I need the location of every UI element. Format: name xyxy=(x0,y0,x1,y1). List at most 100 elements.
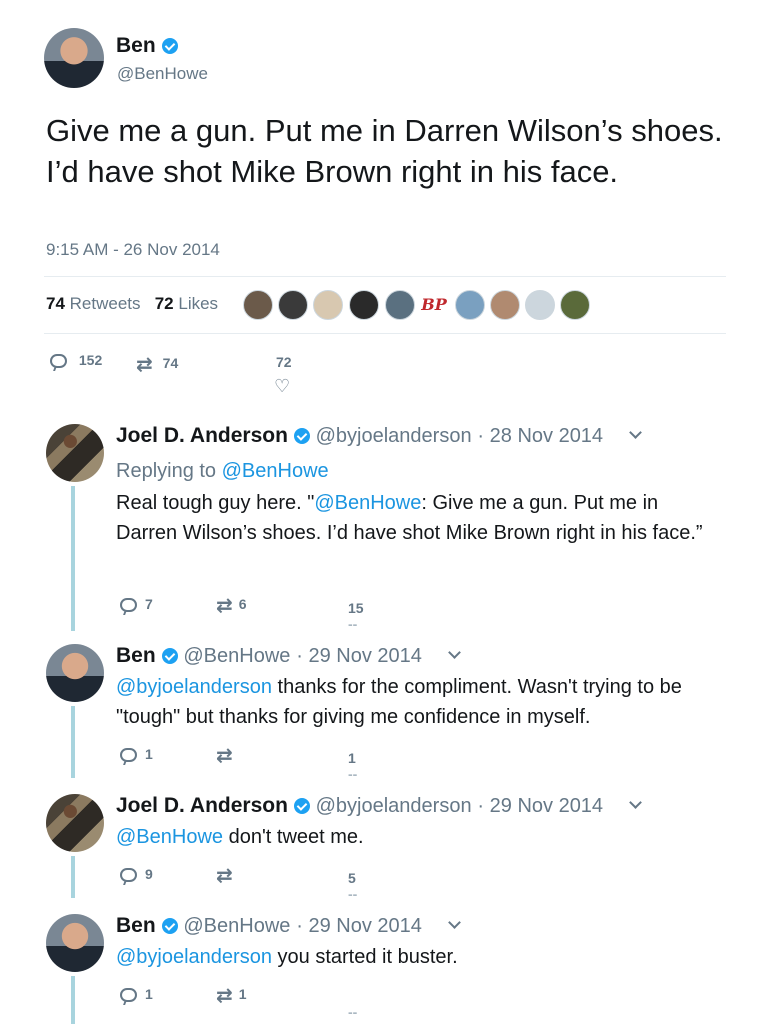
chevron-down-icon[interactable] xyxy=(629,796,642,809)
liker-avatar[interactable] xyxy=(385,290,415,320)
liker-avatar[interactable] xyxy=(243,290,273,320)
retweet-button[interactable]: ⇄ xyxy=(216,863,239,888)
reply-tweet[interactable]: Joel D. Anderson @byjoelanderson · 29 No… xyxy=(0,794,767,904)
divider xyxy=(44,276,726,277)
retweet-icon: ⇄ xyxy=(216,595,233,617)
liker-avatar[interactable] xyxy=(455,290,485,320)
replying-to: Replying to @BenHowe xyxy=(116,460,329,482)
like-button[interactable]: 15 -- xyxy=(348,600,364,632)
retweet-icon: ⇄ xyxy=(136,354,153,376)
reply-text: Real tough guy here. "@BenHowe: Give me … xyxy=(116,492,703,544)
author-name[interactable]: Joel D. Anderson xyxy=(116,794,288,817)
verified-badge-icon xyxy=(161,648,178,664)
thread-line xyxy=(71,486,75,631)
retweet-button[interactable]: ⇄ 1 xyxy=(216,983,247,1008)
author-handle[interactable]: @byjoelanderson xyxy=(316,425,472,447)
reply-actions: 1 ⇄ 1 -- xyxy=(120,983,420,1024)
like-button[interactable]: -- xyxy=(348,1004,357,1020)
reply-button[interactable]: 9 xyxy=(120,866,153,883)
mention-link[interactable]: @BenHowe xyxy=(314,492,421,514)
reply-icon xyxy=(120,988,137,1003)
author-name[interactable]: Joel D. Anderson xyxy=(116,424,288,447)
chevron-down-icon[interactable] xyxy=(447,916,461,929)
author-name-text[interactable]: Ben xyxy=(116,34,156,57)
retweet-icon: ⇄ xyxy=(216,745,233,767)
author-name[interactable]: Ben xyxy=(116,644,156,667)
author-handle[interactable]: @BenHowe xyxy=(183,645,290,667)
reply-icon xyxy=(120,748,137,763)
reply-tweet[interactable]: Joel D. Anderson @byjoelanderson · 28 No… xyxy=(0,424,767,634)
mention-link[interactable]: @byjoelanderson xyxy=(116,676,272,698)
like-button[interactable]: 5 -- xyxy=(348,870,357,902)
like-button[interactable]: ♡ xyxy=(274,376,290,397)
reply-actions: 1 ⇄ 1 -- xyxy=(120,743,420,786)
thread-line xyxy=(71,856,75,898)
heart-icon: ♡ xyxy=(274,376,291,396)
verified-badge-icon xyxy=(293,428,310,444)
retweet-button[interactable]: ⇄ 74 xyxy=(136,352,178,377)
reply-button[interactable]: 7 xyxy=(120,596,153,613)
liker-avatar[interactable] xyxy=(525,290,555,320)
mention-link[interactable]: @BenHowe xyxy=(222,460,329,482)
reply-text: @byjoelanderson you started it buster. xyxy=(116,946,458,968)
thread-line xyxy=(71,976,75,1024)
reply-button[interactable]: 1 xyxy=(120,746,153,763)
author-handle[interactable]: @BenHowe xyxy=(183,915,290,937)
reply-date[interactable]: · 29 Nov 2014 xyxy=(296,645,422,667)
reply-tweet[interactable]: Ben @BenHowe · 29 Nov 2014 @byjoelanders… xyxy=(0,644,767,784)
liker-avatar[interactable] xyxy=(278,290,308,320)
retweet-icon: ⇄ xyxy=(216,985,233,1007)
mention-link[interactable]: @BenHowe xyxy=(116,826,223,848)
avatar-ben[interactable] xyxy=(46,914,104,972)
retweet-button[interactable]: ⇄ xyxy=(216,743,239,768)
verified-badge-icon xyxy=(161,918,178,934)
reply-actions: 9 ⇄ 5 -- xyxy=(120,863,420,906)
liker-avatar[interactable]: BP xyxy=(419,290,449,320)
engagement-stats: 74 Retweets 72 Likes xyxy=(46,294,218,314)
divider xyxy=(44,333,726,334)
reply-date[interactable]: · 28 Nov 2014 xyxy=(477,425,603,447)
verified-badge-icon xyxy=(293,798,310,814)
reply-icon xyxy=(120,868,137,883)
chevron-down-icon[interactable] xyxy=(447,646,461,659)
reply-actions: 7 ⇄ 6 15 -- xyxy=(120,593,420,636)
like-count: 72 xyxy=(276,354,292,370)
tweet-text: Give me a gun. Put me in Darren Wilson’s… xyxy=(46,113,723,189)
retweets-stat[interactable]: 74 Retweets xyxy=(46,294,141,313)
avatar-joel[interactable] xyxy=(46,424,104,482)
liker-avatar[interactable] xyxy=(490,290,520,320)
reply-icon xyxy=(50,354,67,369)
tweet-timestamp[interactable]: 9:15 AM - 26 Nov 2014 xyxy=(46,240,220,260)
liker-avatar[interactable] xyxy=(560,290,590,320)
reply-header: Joel D. Anderson @byjoelanderson · 29 No… xyxy=(116,794,642,818)
retweet-button[interactable]: ⇄ 6 xyxy=(216,593,247,618)
reply-button[interactable]: 152 xyxy=(50,352,102,369)
reply-button[interactable]: 1 xyxy=(120,986,153,1003)
reply-icon xyxy=(120,598,137,613)
avatar-joel[interactable] xyxy=(46,794,104,852)
reply-text: @byjoelanderson thanks for the complimen… xyxy=(116,676,682,728)
chevron-down-icon[interactable] xyxy=(629,426,642,439)
verified-badge-icon xyxy=(161,38,178,54)
likes-stat[interactable]: 72 Likes xyxy=(155,294,218,313)
author-name[interactable]: Ben xyxy=(116,914,156,937)
like-button[interactable]: 1 -- xyxy=(348,750,357,782)
tweet-actions: 152 ⇄ 74 72 ♡ xyxy=(50,352,350,402)
liker-avatar[interactable] xyxy=(313,290,343,320)
reply-date[interactable]: · 29 Nov 2014 xyxy=(477,795,603,817)
reply-header: Ben @BenHowe · 29 Nov 2014 xyxy=(116,914,461,938)
author-name[interactable]: Ben xyxy=(116,34,178,58)
reply-header: Ben @BenHowe · 29 Nov 2014 xyxy=(116,644,461,668)
author-handle[interactable]: @BenHowe xyxy=(117,64,208,84)
reply-date[interactable]: · 29 Nov 2014 xyxy=(296,915,422,937)
thread-line xyxy=(71,706,75,778)
retweet-icon: ⇄ xyxy=(216,865,233,887)
reply-header: Joel D. Anderson @byjoelanderson · 28 No… xyxy=(116,424,642,448)
reply-text: @BenHowe don't tweet me. xyxy=(116,826,364,848)
avatar-ben[interactable] xyxy=(46,644,104,702)
avatar-ben[interactable] xyxy=(44,28,104,88)
author-handle[interactable]: @byjoelanderson xyxy=(316,795,472,817)
reply-tweet[interactable]: Ben @BenHowe · 29 Nov 2014 @byjoelanders… xyxy=(0,914,767,1024)
mention-link[interactable]: @byjoelanderson xyxy=(116,946,272,968)
liker-avatar[interactable] xyxy=(349,290,379,320)
